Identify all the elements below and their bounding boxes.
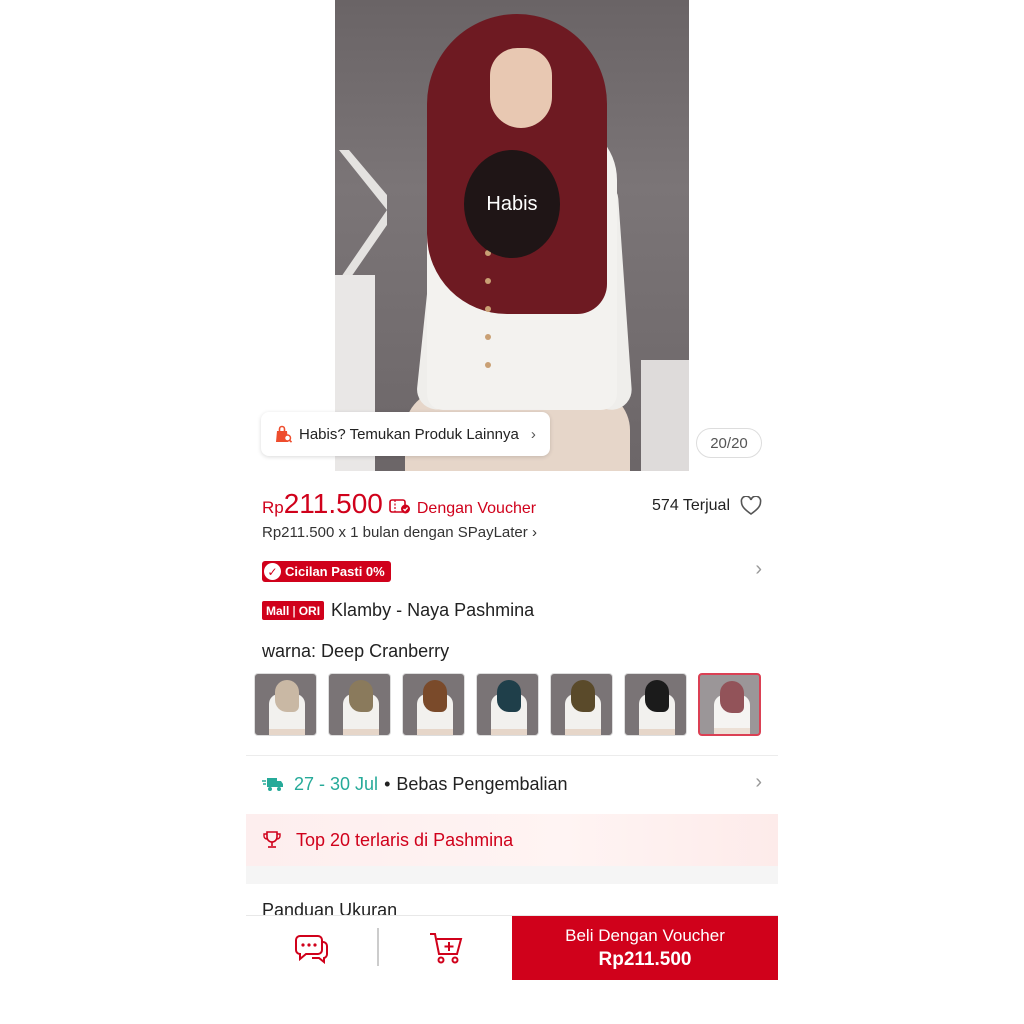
swatch-hijab-color xyxy=(720,681,744,713)
price-value: 211.500 xyxy=(283,488,383,519)
buy-with-voucher-button[interactable]: Beli Dengan Voucher Rp211.500 xyxy=(512,916,778,980)
swatch-hijab-color xyxy=(423,680,447,712)
swatch-skirt xyxy=(269,729,305,735)
shopping-bag-search-icon xyxy=(276,425,293,443)
product-title-row: Mall | ORI Klamby - Naya Pashmina xyxy=(262,600,534,621)
bottom-action-bar: Beli Dengan Voucher Rp211.500 xyxy=(246,915,778,980)
chevron-right-icon: › xyxy=(530,425,536,443)
buy-button-price: Rp211.500 xyxy=(598,948,692,970)
mall-label: Mall xyxy=(266,603,290,618)
swatch-skirt xyxy=(343,729,379,735)
swatch-skirt xyxy=(417,729,453,735)
trophy-icon xyxy=(263,831,281,848)
variant-swatch[interactable] xyxy=(624,673,687,736)
swatch-hijab-color xyxy=(349,680,373,712)
add-to-cart-icon[interactable] xyxy=(428,931,464,965)
cicilan-badge: ✓ Cicilan Pasti 0% xyxy=(262,561,391,582)
chevron-right-icon[interactable]: › xyxy=(755,558,762,581)
variant-swatch[interactable] xyxy=(328,673,391,736)
paylater-text: Rp211.500 x 1 bulan dengan SPayLater xyxy=(262,524,528,541)
model-face xyxy=(490,48,552,128)
variant-swatch[interactable] xyxy=(402,673,465,736)
swatch-hijab-color xyxy=(645,680,669,712)
buy-button-label: Beli Dengan Voucher xyxy=(565,925,725,945)
shipping-row[interactable]: 27 - 30 Jul • Bebas Pengembalian xyxy=(262,771,762,797)
cicilan-label: Cicilan Pasti 0% xyxy=(285,564,385,579)
separator-dot: • xyxy=(384,773,391,794)
sold-out-overlay: Habis xyxy=(464,150,560,258)
variant-swatch-list xyxy=(254,673,761,736)
background-pillar xyxy=(641,360,689,471)
swatch-hijab-color xyxy=(497,680,521,712)
heart-icon[interactable] xyxy=(740,496,762,516)
swatch-skirt xyxy=(714,728,750,734)
shirt-buttons xyxy=(485,250,491,390)
variant-swatch[interactable] xyxy=(550,673,613,736)
chat-icon[interactable] xyxy=(294,932,330,964)
sold-count: 574 Terjual xyxy=(652,497,730,514)
divider xyxy=(377,928,379,966)
paylater-link[interactable]: Rp211.500 x 1 bulan dengan SPayLater › xyxy=(262,524,537,541)
find-other-products-button[interactable]: Habis? Temukan Produk Lainnya › xyxy=(261,412,550,456)
check-circle-icon: ✓ xyxy=(264,563,281,580)
section-gap xyxy=(246,866,778,884)
variant-swatch[interactable] xyxy=(254,673,317,736)
voucher-icon xyxy=(389,499,410,514)
delivery-date: 27 - 30 Jul xyxy=(294,773,379,794)
delivery-truck-icon xyxy=(262,778,283,791)
variant-swatch[interactable] xyxy=(476,673,539,736)
image-counter: 20/20 xyxy=(696,428,762,458)
swatch-skirt xyxy=(491,729,527,735)
swatch-skirt xyxy=(639,729,675,735)
swatch-hijab-color xyxy=(275,680,299,712)
swatch-skirt xyxy=(565,729,601,735)
background-decoration xyxy=(339,150,387,280)
product-title: Klamby - Naya Pashmina xyxy=(331,600,535,620)
returns-label: Bebas Pengembalian xyxy=(396,773,568,794)
ori-label: ORI xyxy=(298,603,321,618)
divider xyxy=(246,755,778,756)
price-currency: Rp xyxy=(262,498,284,517)
swatch-hijab-color xyxy=(571,680,595,712)
find-other-products-label: Habis? Temukan Produk Lainnya xyxy=(299,425,519,443)
price-row: Rp 211.500 Dengan Voucher 574 Terjual xyxy=(262,488,762,524)
mall-ori-badge: Mall | ORI xyxy=(262,601,325,620)
sold-count-area: 574 Terjual xyxy=(652,496,762,516)
ranking-banner[interactable]: Top 20 terlaris di Pashmina xyxy=(246,814,778,866)
voucher-label: Dengan Voucher xyxy=(416,500,537,517)
variant-label: warna: xyxy=(262,641,317,661)
ranking-label: Top 20 terlaris di Pashmina xyxy=(296,829,514,850)
variant-selected: Deep Cranberry xyxy=(321,641,450,661)
chevron-right-icon: › xyxy=(531,524,537,541)
variant-label-row: warna: Deep Cranberry xyxy=(262,641,449,662)
chevron-right-icon[interactable]: › xyxy=(755,771,762,794)
product-page: Habis Habis? Temukan Produk Lainnya › 20… xyxy=(246,0,778,1024)
variant-swatch[interactable] xyxy=(698,673,761,736)
